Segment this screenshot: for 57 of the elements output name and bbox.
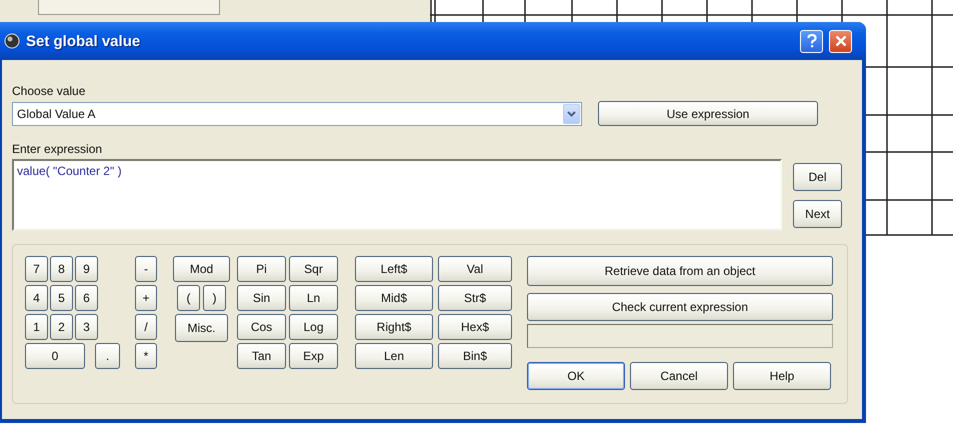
keypad-button[interactable]: 5: [50, 285, 73, 311]
close-button[interactable]: [829, 30, 852, 52]
keypad-button[interactable]: Right$: [355, 314, 433, 340]
keypad-button[interactable]: Bin$: [438, 343, 512, 369]
keypad-button[interactable]: Len: [355, 343, 433, 369]
keypad-button[interactable]: ): [203, 285, 226, 311]
keypad-button[interactable]: Mod: [173, 256, 230, 282]
expression-field[interactable]: value( "Counter 2" ): [12, 159, 782, 231]
keypad-button[interactable]: Val: [438, 256, 512, 282]
field-label: Choose value: [12, 84, 86, 98]
value-dropdown[interactable]: Global Value A: [12, 102, 582, 126]
expression-text: value( "Counter 2" ): [17, 164, 122, 178]
keypad-button[interactable]: 2: [50, 314, 73, 340]
side-button[interactable]: Next: [793, 200, 842, 228]
window-title: Set global value: [26, 32, 142, 50]
dialog-button[interactable]: Cancel: [630, 362, 728, 390]
keypad-button[interactable]: 0: [25, 343, 85, 369]
chevron-down-icon: [567, 110, 576, 116]
dialog-button[interactable]: OK: [527, 362, 625, 390]
action-button[interactable]: Check current expression: [527, 293, 833, 321]
close-icon: [834, 35, 846, 47]
keypad-button[interactable]: 6: [75, 285, 98, 311]
dropdown-value: Global Value A: [17, 106, 96, 120]
help-icon: [806, 34, 816, 48]
keypad-button[interactable]: Ln: [289, 285, 338, 311]
keypad-button[interactable]: -: [135, 256, 157, 282]
keypad-button[interactable]: Sqr: [289, 256, 338, 282]
keypad-button[interactable]: 7: [25, 256, 48, 282]
keypad-button[interactable]: *: [135, 343, 157, 369]
keypad-button[interactable]: Pi: [237, 256, 286, 282]
keypad-button[interactable]: /: [135, 314, 157, 340]
dropdown-button[interactable]: [563, 104, 580, 124]
keypad-button[interactable]: Str$: [438, 285, 512, 311]
dialog-button[interactable]: Help: [733, 362, 831, 390]
keypad-button[interactable]: Sin: [237, 285, 286, 311]
app-icon: [4, 33, 20, 49]
keypad-button[interactable]: Left$: [355, 256, 433, 282]
keypad-button[interactable]: (: [177, 285, 200, 311]
help-button[interactable]: [800, 30, 823, 52]
keypad-button[interactable]: Log: [289, 314, 338, 340]
keypad-button[interactable]: Misc.: [175, 314, 228, 342]
use-expression-button[interactable]: Use expression: [598, 101, 818, 126]
keypad-button[interactable]: 1: [25, 314, 48, 340]
keypad-button[interactable]: Hex$: [438, 314, 512, 340]
keypad-button[interactable]: Mid$: [355, 285, 433, 311]
keypad-button[interactable]: 9: [75, 256, 98, 282]
keypad-button[interactable]: Cos: [237, 314, 286, 340]
keypad-button[interactable]: 8: [50, 256, 73, 282]
side-button[interactable]: Del: [793, 163, 842, 191]
keypad-button[interactable]: +: [135, 285, 157, 311]
field-label: Enter expression: [12, 142, 104, 156]
keypad-button[interactable]: Exp: [289, 343, 338, 369]
keypad-button[interactable]: 4: [25, 285, 48, 311]
keypad-button[interactable]: 3: [75, 314, 98, 340]
keypad-button[interactable]: Tan: [237, 343, 286, 369]
keypad-button[interactable]: .: [95, 343, 120, 369]
action-button[interactable]: Retrieve data from an object: [527, 256, 833, 286]
